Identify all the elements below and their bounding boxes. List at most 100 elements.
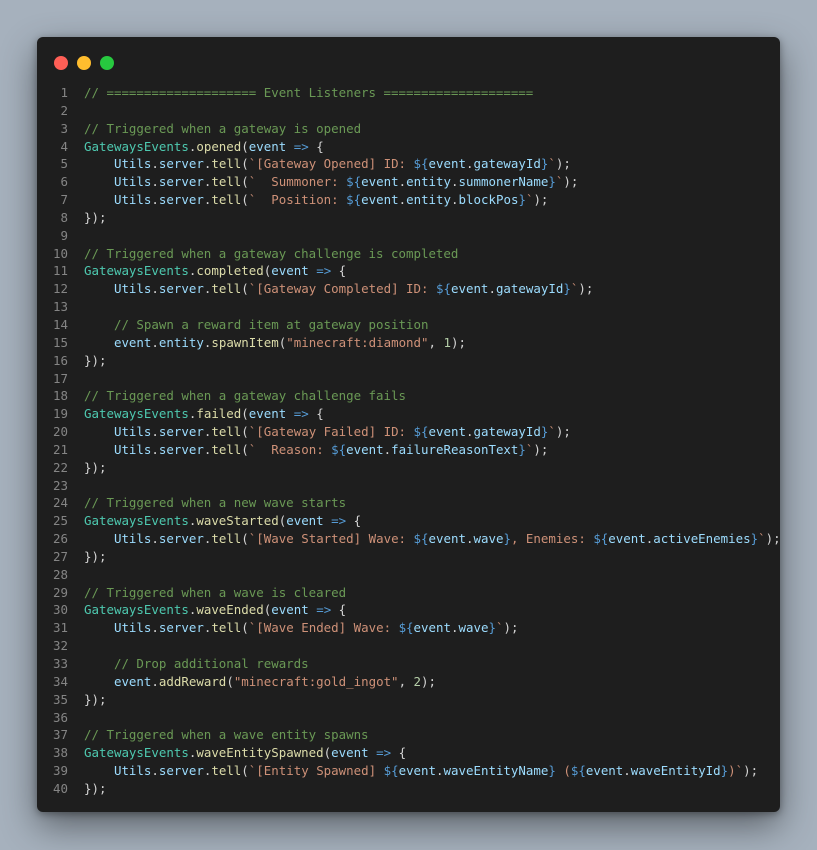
- code-token-punctuation: );: [578, 281, 594, 297]
- line-number: 16: [53, 352, 68, 368]
- code-token-comment: // Triggered when a new wave starts: [84, 495, 347, 511]
- code-token-variable: Utils: [113, 281, 152, 297]
- code-token-string: ` Reason:: [248, 441, 332, 457]
- code-line: 21 Utils.server.tell(` Reason: ${event.f…: [37, 441, 780, 459]
- code-token-function-name: tell: [211, 281, 242, 297]
- code-token-punctuation: (: [241, 192, 249, 208]
- code-token-string: `: [548, 156, 556, 172]
- code-token-keyword: ${: [383, 763, 399, 779]
- code-token-punctuation: (: [241, 531, 249, 547]
- line-number: 37: [53, 727, 68, 743]
- code-token-punctuation: [84, 763, 114, 778]
- code-token-variable: Utils: [113, 424, 152, 440]
- code-token-punctuation: (: [241, 174, 249, 190]
- code-token-punctuation: );: [563, 174, 579, 190]
- line-number: 25: [53, 513, 68, 529]
- code-token-punctuation: .: [151, 174, 159, 190]
- line-number: 2: [60, 102, 69, 118]
- code-line: 22});: [37, 459, 780, 477]
- code-token-class-name: GatewaysEvents: [84, 513, 189, 529]
- code-window: 1 // ==================== Event Listeners…: [37, 37, 781, 812]
- code-token-keyword: }: [750, 531, 759, 547]
- code-token-property: server: [158, 620, 204, 636]
- code-token-punctuation: .: [151, 763, 159, 779]
- code-token-punctuation: [286, 406, 294, 421]
- code-token-punctuation: .: [451, 192, 459, 208]
- code-token-string: `: [758, 531, 766, 547]
- code-token-variable: event: [331, 745, 369, 761]
- line-number: 26: [53, 531, 68, 547]
- code-token-punctuation: [286, 139, 294, 154]
- line-number: 21: [53, 441, 68, 457]
- line-number: 4: [60, 138, 69, 154]
- code-token-keyword: }: [548, 763, 556, 779]
- code-token-punctuation: );: [503, 620, 519, 636]
- code-token-variable: event: [450, 281, 489, 297]
- code-token-string: `[Wave Ended] Wave:: [248, 620, 399, 636]
- line-number: 5: [60, 156, 69, 172]
- code-token-string: ` Summoner:: [248, 174, 347, 190]
- code-token-property: server: [158, 531, 204, 547]
- code-token-punctuation: [369, 745, 377, 760]
- code-token-punctuation: .: [151, 531, 159, 547]
- code-line: 2: [37, 102, 780, 120]
- code-token-keyword: }: [488, 620, 496, 636]
- code-token-variable: Utils: [113, 192, 152, 208]
- line-number: 31: [53, 620, 68, 636]
- code-token-punctuation: (: [226, 673, 234, 689]
- code-token-keyword: ${: [346, 192, 362, 208]
- code-token-punctuation: .: [436, 763, 444, 779]
- maximize-dot-icon[interactable]: [100, 56, 114, 70]
- code-token-punctuation: {: [331, 602, 347, 618]
- code-token-variable: event: [398, 763, 437, 779]
- line-number: 1: [60, 85, 69, 100]
- code-line: 23: [37, 477, 780, 495]
- code-token-punctuation: .: [398, 174, 407, 190]
- code-token-class-name: GatewaysEvents: [84, 745, 189, 761]
- code-line: 32: [37, 637, 780, 655]
- code-line: 27});: [37, 548, 780, 566]
- code-token-punctuation: [84, 442, 114, 457]
- line-number: 14: [53, 316, 68, 332]
- line-number: 18: [53, 388, 68, 404]
- line-number: 35: [53, 691, 68, 707]
- code-token-function-name: tell: [211, 174, 242, 190]
- code-token-string: `[Wave Started] Wave:: [248, 531, 414, 547]
- code-token-string: , Enemies:: [510, 531, 594, 547]
- code-token-punctuation: (: [241, 441, 249, 457]
- code-token-punctuation: });: [84, 691, 107, 707]
- code-token-string: )`: [728, 763, 744, 779]
- code-token-variable: event: [428, 531, 466, 547]
- code-token-punctuation: .: [151, 334, 159, 350]
- code-token-comment: // ==================== Event Listeners …: [84, 85, 534, 100]
- code-line: 26 Utils.server.tell(`[Wave Started] Wav…: [37, 530, 781, 548]
- line-number: 9: [60, 227, 69, 243]
- minimize-dot-icon[interactable]: [77, 56, 91, 70]
- code-token-variable: event: [286, 513, 324, 529]
- close-dot-icon[interactable]: [54, 56, 68, 70]
- code-line: 28: [37, 566, 780, 584]
- code-line: 9: [37, 227, 780, 245]
- code-token-keyword: =>: [293, 138, 309, 154]
- code-token-comment: // Spawn a reward item at gateway positi…: [113, 316, 429, 332]
- code-token-property: server: [158, 441, 204, 457]
- code-token-variable: Utils: [113, 531, 152, 547]
- code-token-punctuation: );: [533, 192, 549, 208]
- code-token-keyword: ${: [593, 531, 609, 547]
- code-token-punctuation: .: [451, 620, 459, 636]
- code-line: 31 Utils.server.tell(`[Wave Ended] Wave:…: [37, 619, 780, 637]
- line-number: 27: [53, 548, 68, 564]
- code-token-string: `[Gateway Opened] ID:: [248, 156, 414, 172]
- code-line: 12 Utils.server.tell(`[Gateway Completed…: [37, 280, 780, 298]
- line-number: 24: [53, 495, 68, 511]
- code-token-punctuation: {: [308, 138, 324, 154]
- code-token-class-name: GatewaysEvents: [84, 602, 189, 618]
- code-token-punctuation: ,: [428, 334, 444, 350]
- line-number: 39: [53, 763, 68, 779]
- code-block: 1 // ==================== Event Listeners…: [37, 84, 781, 798]
- code-token-punctuation: (: [241, 156, 249, 172]
- code-token-property: entity: [158, 334, 204, 350]
- code-token-variable: event: [113, 673, 152, 689]
- code-token-property: gatewayId: [473, 156, 541, 172]
- line-number: 20: [53, 424, 68, 440]
